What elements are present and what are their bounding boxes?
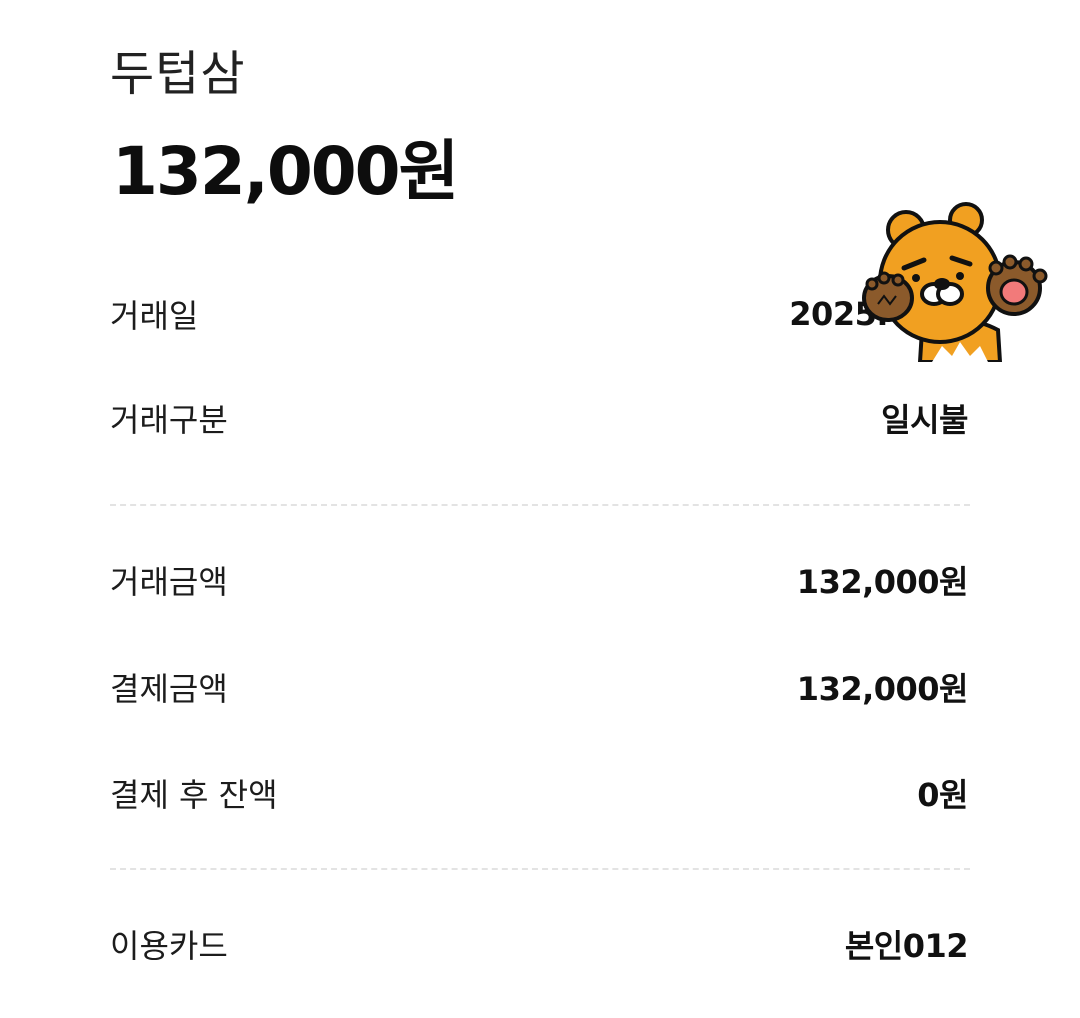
detail-row-transaction-amount: 거래금액 132,000원 — [110, 550, 969, 610]
detail-row-date: 거래일 2025. — [110, 284, 968, 344]
divider — [110, 504, 970, 506]
lion-character-sticker — [860, 200, 1060, 364]
balance-label: 결제 후 잔액 — [110, 776, 278, 814]
transaction-amount-label: 거래금액 — [110, 563, 228, 601]
type-label: 거래구분 — [110, 401, 228, 439]
transaction-amount-value: 132,000원 — [796, 563, 969, 601]
detail-row-balance: 결제 후 잔액 0원 — [110, 763, 968, 823]
payment-amount-value: 132,000원 — [796, 670, 969, 708]
card-value: 본인012 — [844, 927, 969, 965]
detail-row-type: 거래구분 일시불 — [110, 388, 968, 448]
detail-row-card: 이용카드 본인012 — [110, 914, 969, 974]
divider — [110, 868, 970, 870]
date-label: 거래일 — [110, 297, 199, 335]
payment-amount-label: 결제금액 — [110, 670, 228, 708]
type-value: 일시불 — [881, 401, 968, 439]
merchant-name: 두텁삼 — [110, 46, 246, 102]
detail-row-payment-amount: 결제금액 132,000원 — [110, 657, 969, 717]
balance-value: 0원 — [917, 776, 968, 814]
card-label: 이용카드 — [110, 927, 228, 965]
total-amount: 132,000원 — [112, 133, 459, 210]
